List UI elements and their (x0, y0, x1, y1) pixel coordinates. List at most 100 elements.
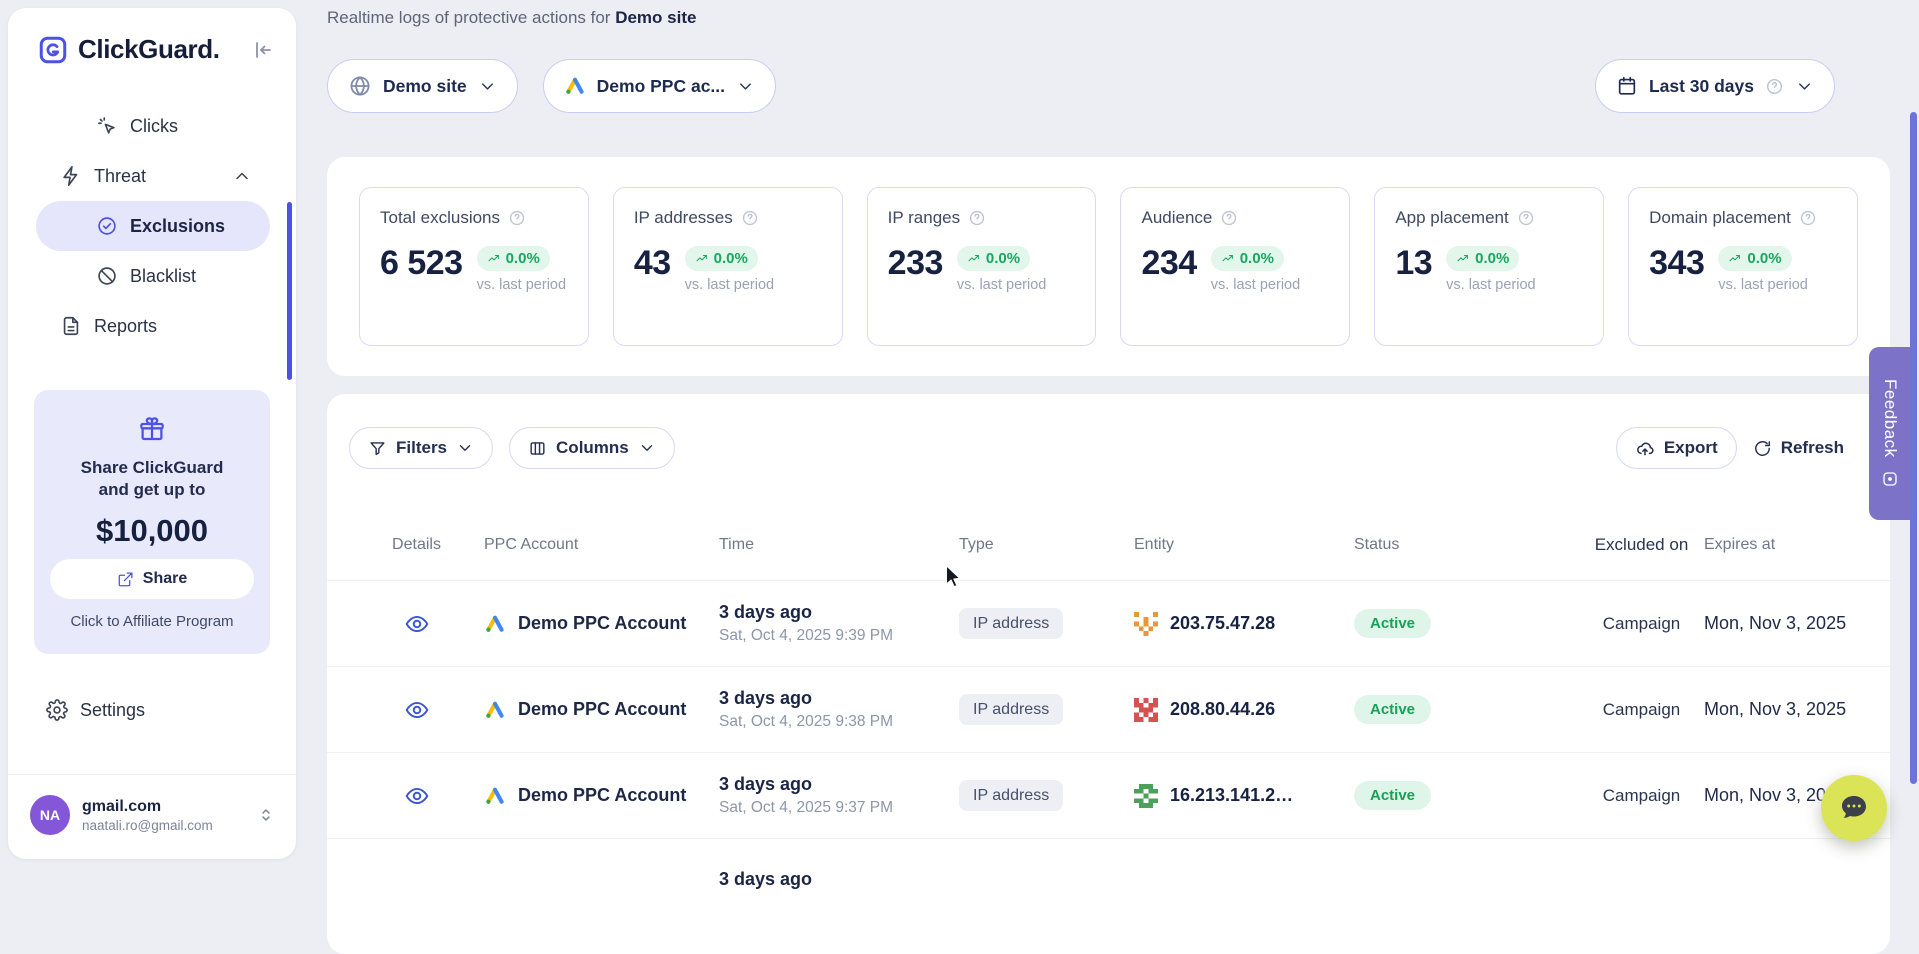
col-header-time: Time (719, 536, 959, 554)
view-details-button[interactable] (404, 697, 430, 723)
stat-value: 234 (1141, 246, 1196, 280)
table-row: Demo PPC Account 3 days agoSat, Oct 4, 2… (327, 752, 1890, 838)
ppc-account-selector[interactable]: Demo PPC ac... (543, 59, 776, 113)
trending-up-icon (1456, 252, 1470, 266)
feedback-widget-icon (1881, 470, 1899, 488)
filter-icon (368, 439, 387, 458)
time-relative: 3 days ago (719, 688, 959, 709)
stat-card-total-exclusions: Total exclusions 6 523 0.0% vs. last per… (359, 187, 589, 346)
columns-icon (528, 439, 547, 458)
collapse-sidebar-button[interactable] (250, 38, 274, 62)
site-selector[interactable]: Demo site (327, 59, 518, 113)
affiliate-promo-card: Share ClickGuard and get up to $10,000 S… (34, 390, 270, 654)
stat-value: 6 523 (380, 246, 463, 280)
stat-label: App placement (1395, 208, 1508, 228)
stat-card-ip-ranges: IP ranges 233 0.0% vs. last period (867, 187, 1097, 346)
stat-caption: vs. last period (1718, 277, 1807, 293)
sidebar-item-label: Clicks (130, 116, 178, 137)
time-relative: 3 days ago (719, 774, 959, 795)
time-full: Sat, Oct 4, 2025 9:38 PM (719, 713, 959, 731)
stat-card-app-placement: App placement 13 0.0% vs. last period (1374, 187, 1604, 346)
brand-name: ClickGuard. (78, 34, 220, 65)
sidebar-item-threat[interactable]: Threat (36, 151, 270, 201)
click-icon (96, 115, 118, 137)
type-badge: IP address (959, 608, 1063, 639)
sidebar-scrollbar-thumb[interactable] (287, 202, 292, 380)
trending-up-icon (1728, 252, 1742, 266)
filters-button[interactable]: Filters (349, 427, 493, 469)
time-full: Sat, Oct 4, 2025 9:37 PM (719, 799, 959, 817)
site-selector-value: Demo site (383, 76, 467, 97)
help-circle-icon[interactable] (1517, 209, 1535, 227)
sidebar-item-settings[interactable]: Settings (8, 688, 296, 732)
chat-launcher-button[interactable] (1821, 775, 1887, 841)
stat-label: IP addresses (634, 208, 733, 228)
feedback-tab[interactable]: Feedback (1869, 347, 1911, 520)
sidebar-item-blacklist[interactable]: Blacklist (36, 251, 270, 301)
view-details-button[interactable] (404, 611, 430, 637)
eye-icon (404, 783, 430, 809)
affiliate-program-link[interactable]: Click to Affiliate Program (50, 613, 254, 630)
delta-badge: 0.0% (1718, 246, 1791, 271)
status-badge: Active (1354, 781, 1431, 810)
sidebar-item-label: Exclusions (130, 216, 225, 237)
trending-up-icon (1221, 252, 1235, 266)
help-circle-icon[interactable] (1765, 77, 1784, 96)
col-header-ppc-account: PPC Account (484, 536, 719, 554)
share-button[interactable]: Share (50, 559, 254, 599)
page-scrollbar-thumb[interactable] (1910, 112, 1917, 784)
report-icon (60, 315, 82, 337)
col-header-details: Details (392, 536, 441, 554)
delta-badge: 0.0% (1446, 246, 1519, 271)
sidebar-item-clicks[interactable]: Clicks (36, 101, 270, 151)
stat-caption: vs. last period (957, 277, 1046, 293)
col-header-type: Type (959, 536, 1134, 554)
delta-badge: 0.0% (957, 246, 1030, 271)
type-badge: IP address (959, 780, 1063, 811)
stat-value: 43 (634, 246, 671, 280)
globe-icon (348, 74, 372, 98)
stat-caption: vs. last period (1211, 277, 1300, 293)
help-circle-icon[interactable] (508, 209, 526, 227)
stat-value: 233 (888, 246, 943, 280)
page-subtitle: Realtime logs of protective actions for … (327, 8, 696, 28)
help-circle-icon[interactable] (1799, 209, 1817, 227)
date-range-selector[interactable]: Last 30 days (1595, 59, 1835, 113)
stats-panel: Total exclusions 6 523 0.0% vs. last per… (327, 157, 1890, 376)
table-row: Demo PPC Account 3 days agoSat, Oct 4, 2… (327, 666, 1890, 752)
user-menu[interactable]: NA gmail.com naatali.ro@gmail.com (8, 775, 296, 859)
col-header-status: Status (1354, 536, 1579, 554)
sidebar-item-label: Reports (94, 316, 157, 337)
entity-identicon (1134, 698, 1158, 722)
entity-identicon (1134, 784, 1158, 808)
google-ads-icon (484, 785, 506, 807)
chevron-down-icon (456, 439, 474, 457)
user-name: gmail.com (82, 798, 213, 816)
zap-icon (60, 165, 82, 187)
sidebar-item-exclusions[interactable]: Exclusions (36, 201, 270, 251)
help-circle-icon[interactable] (741, 209, 759, 227)
status-badge: Active (1354, 695, 1431, 724)
refresh-button[interactable]: Refresh (1753, 438, 1844, 458)
subtitle-text: Realtime logs of protective actions for (327, 8, 610, 27)
help-circle-icon[interactable] (1220, 209, 1238, 227)
view-details-button[interactable] (404, 783, 430, 809)
delta-badge: 0.0% (477, 246, 550, 271)
sidebar: ClickGuard. Clicks Threat Exclusions Bla… (8, 8, 296, 859)
trending-up-icon (967, 252, 981, 266)
promo-title: Share ClickGuard and get up to (50, 457, 254, 501)
columns-button[interactable]: Columns (509, 427, 675, 469)
sidebar-nav: Clicks Threat Exclusions Blacklist Repor… (8, 101, 296, 351)
refresh-icon (1753, 439, 1772, 458)
expires-at-value: Mon, Nov 3, 2025 (1704, 699, 1890, 720)
expires-at-value: Mon, Nov 3, 2025 (1704, 613, 1890, 634)
export-button[interactable]: Export (1616, 427, 1737, 469)
sidebar-item-reports[interactable]: Reports (36, 301, 270, 351)
avatar: NA (30, 795, 70, 835)
help-circle-icon[interactable] (968, 209, 986, 227)
logo-row: ClickGuard. (8, 8, 296, 65)
gift-icon (137, 414, 167, 444)
excluded-on-value: Campaign (1603, 614, 1681, 634)
col-header-excluded-on: Excluded on (1595, 534, 1689, 557)
entity-identicon (1134, 612, 1158, 636)
